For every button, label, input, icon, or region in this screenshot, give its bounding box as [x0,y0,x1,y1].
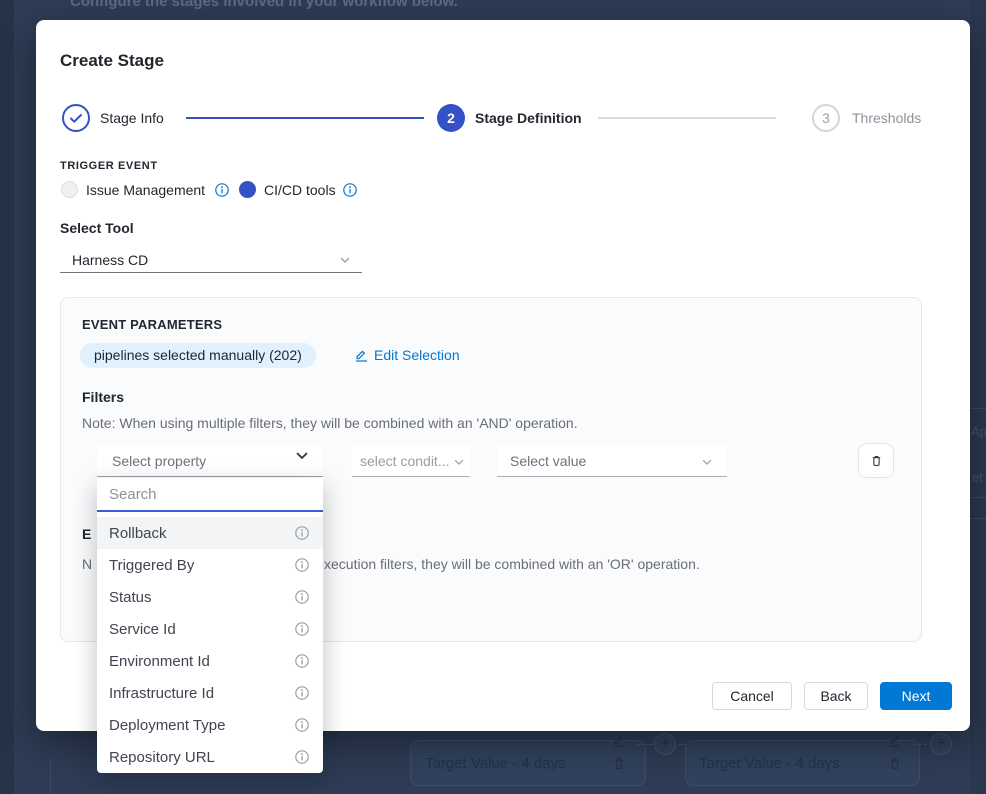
execution-note-fragment: N [82,556,92,572]
trash-icon [888,756,902,770]
background-connector [637,744,653,745]
stepper-connector-upcoming [598,117,776,119]
step-active-circle[interactable]: 2 [437,104,465,132]
background-left-strip [0,0,14,794]
next-button[interactable]: Next [880,682,952,710]
radio-issue-management[interactable] [61,181,78,198]
background-text-fragment: et [972,470,983,485]
edit-selection-link[interactable]: Edit Selection [374,347,460,363]
option-label: Service Id [109,621,176,638]
info-icon[interactable] [295,558,309,572]
check-icon [64,106,88,130]
background-divider [970,518,986,519]
selection-pill: pipelines selected manually (202) [80,343,316,368]
dropdown-option-triggered-by[interactable]: Triggered By [97,549,323,581]
step-label-thresholds[interactable]: Thresholds [852,110,921,126]
info-icon[interactable] [295,750,309,764]
dropdown-option-repository-url[interactable]: Repository URL [97,741,323,773]
radio-label-issue-management[interactable]: Issue Management [86,182,205,198]
trigger-event-label: TRIGGER EVENT [60,160,158,172]
step-label-stage-definition[interactable]: Stage Definition [475,110,582,126]
option-label: Repository URL [109,749,215,766]
step-label-stage-info[interactable]: Stage Info [100,110,164,126]
filters-note: Note: When using multiple filters, they … [82,415,578,431]
option-label: Triggered By [109,557,194,574]
dropdown-option-rollback[interactable]: Rollback [97,517,323,549]
option-label: Rollback [109,525,167,542]
event-parameters-heading: EVENT PARAMETERS [82,317,222,332]
info-icon[interactable] [295,526,309,540]
stepper-connector-complete [186,117,424,119]
step-complete-circle[interactable] [62,104,90,132]
chevron-down-icon[interactable] [700,455,714,469]
trash-icon [869,453,884,468]
dropdown-option-infrastructure-id[interactable]: Infrastructure Id [97,677,323,709]
edit-icon [888,733,902,747]
step-future-circle[interactable]: 3 [812,104,840,132]
add-stage-icon: + [930,733,952,755]
option-label: Status [109,589,152,606]
info-icon[interactable] [295,590,309,604]
chevron-down-icon[interactable] [294,448,310,464]
background-divider [970,408,986,409]
background-card-label: Target Value - 4 days [699,755,840,772]
background-connector [913,744,927,745]
dropdown-search[interactable] [97,478,323,512]
dropdown-option-deployment-type[interactable]: Deployment Type [97,709,323,741]
dropdown-option-status[interactable]: Status [97,581,323,613]
radio-label-cicd-tools[interactable]: CI/CD tools [264,182,336,198]
background-right-strip [970,0,986,794]
info-icon[interactable] [295,622,309,636]
trash-icon [612,756,626,770]
dropdown-option-service-id[interactable]: Service Id [97,613,323,645]
radio-cicd-tools[interactable] [239,181,256,198]
filters-heading: Filters [82,389,124,405]
chevron-down-icon[interactable] [452,455,466,469]
execution-heading-fragment: E [82,526,91,542]
property-select-placeholder[interactable]: Select property [112,453,206,469]
back-button[interactable]: Back [804,682,868,710]
background-text-fragment: Ap [971,424,986,439]
cancel-button[interactable]: Cancel [712,682,792,710]
option-label: Deployment Type [109,717,225,734]
info-icon[interactable] [343,183,357,197]
condition-select-placeholder[interactable]: select condit... [360,453,450,469]
edit-icon[interactable] [354,348,368,362]
dropdown-options: Rollback Triggered By Status Service Id … [97,517,323,773]
delete-filter-button[interactable] [858,443,894,478]
search-input[interactable] [97,478,323,510]
select-tool-label: Select Tool [60,220,134,236]
info-icon[interactable] [295,718,309,732]
background-card-label: Target Value - 4 days [425,755,566,772]
background-divider [970,497,986,498]
chevron-down-icon[interactable] [338,253,352,267]
background-heading: Configure the stages involved in your wo… [70,0,458,10]
app-screen: Configure the stages involved in your wo… [0,0,986,794]
info-icon[interactable] [295,686,309,700]
edit-icon [612,733,626,747]
modal-title: Create Stage [60,51,164,71]
value-select-placeholder[interactable]: Select value [510,453,586,469]
tool-select-value[interactable]: Harness CD [72,252,148,268]
background-divider [50,758,51,794]
execution-note-fragment: xecution filters, they will be combined … [324,556,700,572]
info-icon[interactable] [295,654,309,668]
info-icon[interactable] [215,183,229,197]
add-stage-icon: + [654,733,676,755]
option-label: Environment Id [109,653,210,670]
dropdown-option-environment-id[interactable]: Environment Id [97,645,323,677]
option-label: Infrastructure Id [109,685,214,702]
